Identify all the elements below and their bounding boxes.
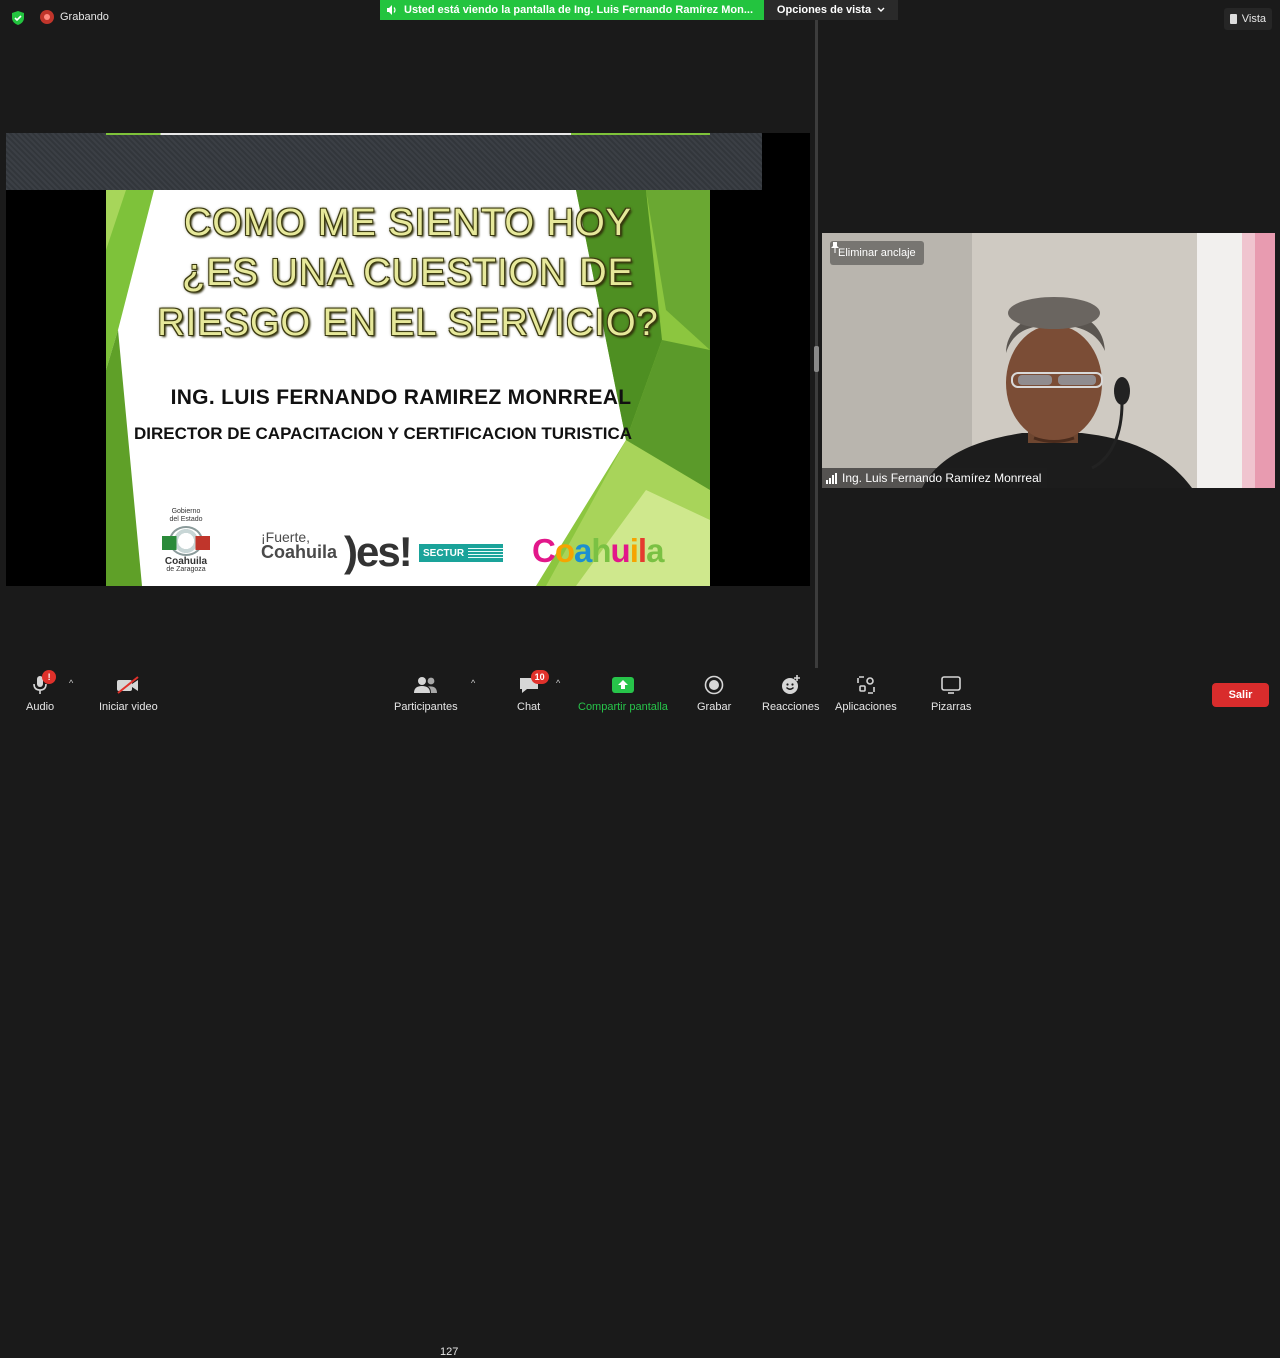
- brand-letter: C: [532, 532, 556, 569]
- share-screen-button[interactable]: Compartir pantalla: [578, 672, 668, 713]
- view-icon: [1229, 14, 1237, 24]
- apps-label: Aplicaciones: [835, 701, 897, 713]
- es-logo: )es!: [344, 528, 413, 575]
- seal-flag-graphic: [162, 536, 210, 550]
- share-screen-icon: [611, 677, 634, 693]
- coahuila-brand-logo: Coahuila: [532, 532, 664, 570]
- apps-icon: [857, 676, 875, 694]
- participants-label: Participantes: [394, 701, 458, 713]
- participants-count: 127: [440, 1346, 459, 1358]
- slide-title-line: RIESGO EN EL SERVICIO?: [157, 302, 659, 344]
- view-options-button[interactable]: Opciones de vista: [764, 0, 898, 20]
- video-off-icon: [117, 676, 139, 694]
- slide-title: COMO ME SIENTO HOY ¿ES UNA CUESTION DE R…: [106, 198, 710, 348]
- sectur-logo-subtext-graphic: [468, 548, 503, 558]
- audio-label: Audio: [26, 701, 55, 713]
- slide-title-line: ¿ES UNA CUESTION DE: [182, 252, 634, 294]
- government-logo-sub: de Zaragoza: [166, 566, 206, 573]
- reactions-button[interactable]: Reacciones: [762, 672, 819, 713]
- record-icon: [40, 10, 54, 24]
- screen-share-banner: Usted está viendo la pantalla de Ing. Lu…: [380, 0, 764, 20]
- chat-button[interactable]: 10 Chat: [517, 670, 549, 713]
- view-button[interactable]: Vista: [1223, 8, 1272, 30]
- share-screen-label: Compartir pantalla: [578, 701, 668, 713]
- sectur-logo-text: SECTUR: [423, 547, 465, 559]
- chat-label: Chat: [517, 701, 541, 713]
- participants-options-caret[interactable]: ^: [471, 678, 475, 688]
- leave-meeting-button[interactable]: Salir: [1212, 683, 1269, 707]
- view-options-label: Opciones de vista: [776, 4, 872, 16]
- audio-options-caret[interactable]: ^: [69, 678, 73, 688]
- slide-title-line: COMO ME SIENTO HOY: [183, 202, 632, 244]
- shield-icon[interactable]: [10, 10, 26, 26]
- record-button-icon: [704, 675, 724, 695]
- government-logo-line: Gobierno: [171, 508, 201, 515]
- screen-share-banner-text: Usted está viendo la pantalla de Ing. Lu…: [404, 4, 754, 16]
- record-button[interactable]: Grabar: [697, 672, 731, 713]
- reactions-label: Reacciones: [762, 701, 820, 713]
- unpin-label: Eliminar anclaje: [838, 247, 916, 259]
- slide-author: ING. LUIS FERNANDO RAMIREZ MONRREAL: [170, 386, 632, 409]
- signal-icon: [826, 472, 837, 484]
- recording-indicator[interactable]: Grabando: [40, 10, 109, 24]
- slide-role: DIRECTOR DE CAPACITACION Y CERTIFICACION…: [134, 424, 633, 443]
- brand-letter: u: [610, 532, 631, 569]
- participant-name: Ing. Luis Fernando Ramírez Monrreal: [842, 471, 1042, 485]
- government-logo-name: Coahuila: [164, 556, 208, 567]
- brand-letter: o: [554, 532, 575, 569]
- start-video-label: Iniciar video: [99, 701, 158, 713]
- whiteboard-icon: [941, 676, 961, 694]
- speaker-icon: [387, 5, 396, 15]
- brand-letter: i: [629, 532, 639, 569]
- brand-letter: h: [591, 532, 611, 569]
- participants-icon: [413, 677, 437, 693]
- shared-screen: COMO ME SIENTO HOY ¿ES UNA CUESTION DE R…: [6, 133, 810, 586]
- brand-letter: a: [574, 532, 592, 569]
- fuerte-logo-line2: Coahuila: [261, 542, 338, 562]
- participant-video-feed: [822, 233, 1275, 488]
- government-logo: Gobierno del Estado Coahuila de Zaragoza: [158, 508, 214, 580]
- meeting-toolbar: ! Audio ^ Iniciar video Participantes 12…: [0, 668, 1280, 1358]
- view-button-label: Vista: [1241, 13, 1266, 25]
- pin-icon: [831, 242, 839, 253]
- government-logo-line: del Estado: [169, 516, 203, 523]
- unpin-button[interactable]: Eliminar anclaje: [830, 241, 924, 265]
- recording-label: Grabando: [60, 11, 109, 23]
- apps-button[interactable]: Aplicaciones: [835, 672, 897, 713]
- whiteboards-label: Pizarras: [931, 701, 972, 713]
- participant-video-tile[interactable]: Eliminar anclaje Ing. Luis Fernando Ramí…: [822, 233, 1275, 488]
- audio-button[interactable]: ! Audio: [26, 670, 57, 713]
- shared-screen-top-strip: [6, 133, 762, 190]
- presentation-slide: COMO ME SIENTO HOY ¿ES UNA CUESTION DE R…: [106, 190, 710, 586]
- chevron-down-icon: [877, 7, 885, 12]
- shared-screen-top-line: [106, 133, 710, 135]
- split-divider-handle[interactable]: [814, 346, 819, 372]
- meeting-top-bar: Grabando Usted está viendo la pantalla d…: [0, 0, 1280, 36]
- start-video-button[interactable]: Iniciar video: [99, 672, 158, 713]
- fuerte-coahuila-logo: ¡Fuerte, Coahuila: [261, 530, 351, 562]
- chat-options-caret[interactable]: ^: [556, 678, 560, 688]
- audio-alert-badge: !: [42, 670, 57, 684]
- participant-name-tag: Ing. Luis Fernando Ramírez Monrreal: [822, 468, 1048, 488]
- participants-button[interactable]: Participantes: [394, 672, 458, 713]
- brand-letter: a: [646, 532, 664, 569]
- reactions-icon: [781, 675, 800, 694]
- chat-unread-badge: 10: [530, 670, 549, 684]
- brand-letter: l: [637, 532, 647, 569]
- sectur-logo: SECTUR: [419, 544, 503, 562]
- whiteboards-button[interactable]: Pizarras: [931, 672, 971, 713]
- record-label: Grabar: [697, 701, 732, 713]
